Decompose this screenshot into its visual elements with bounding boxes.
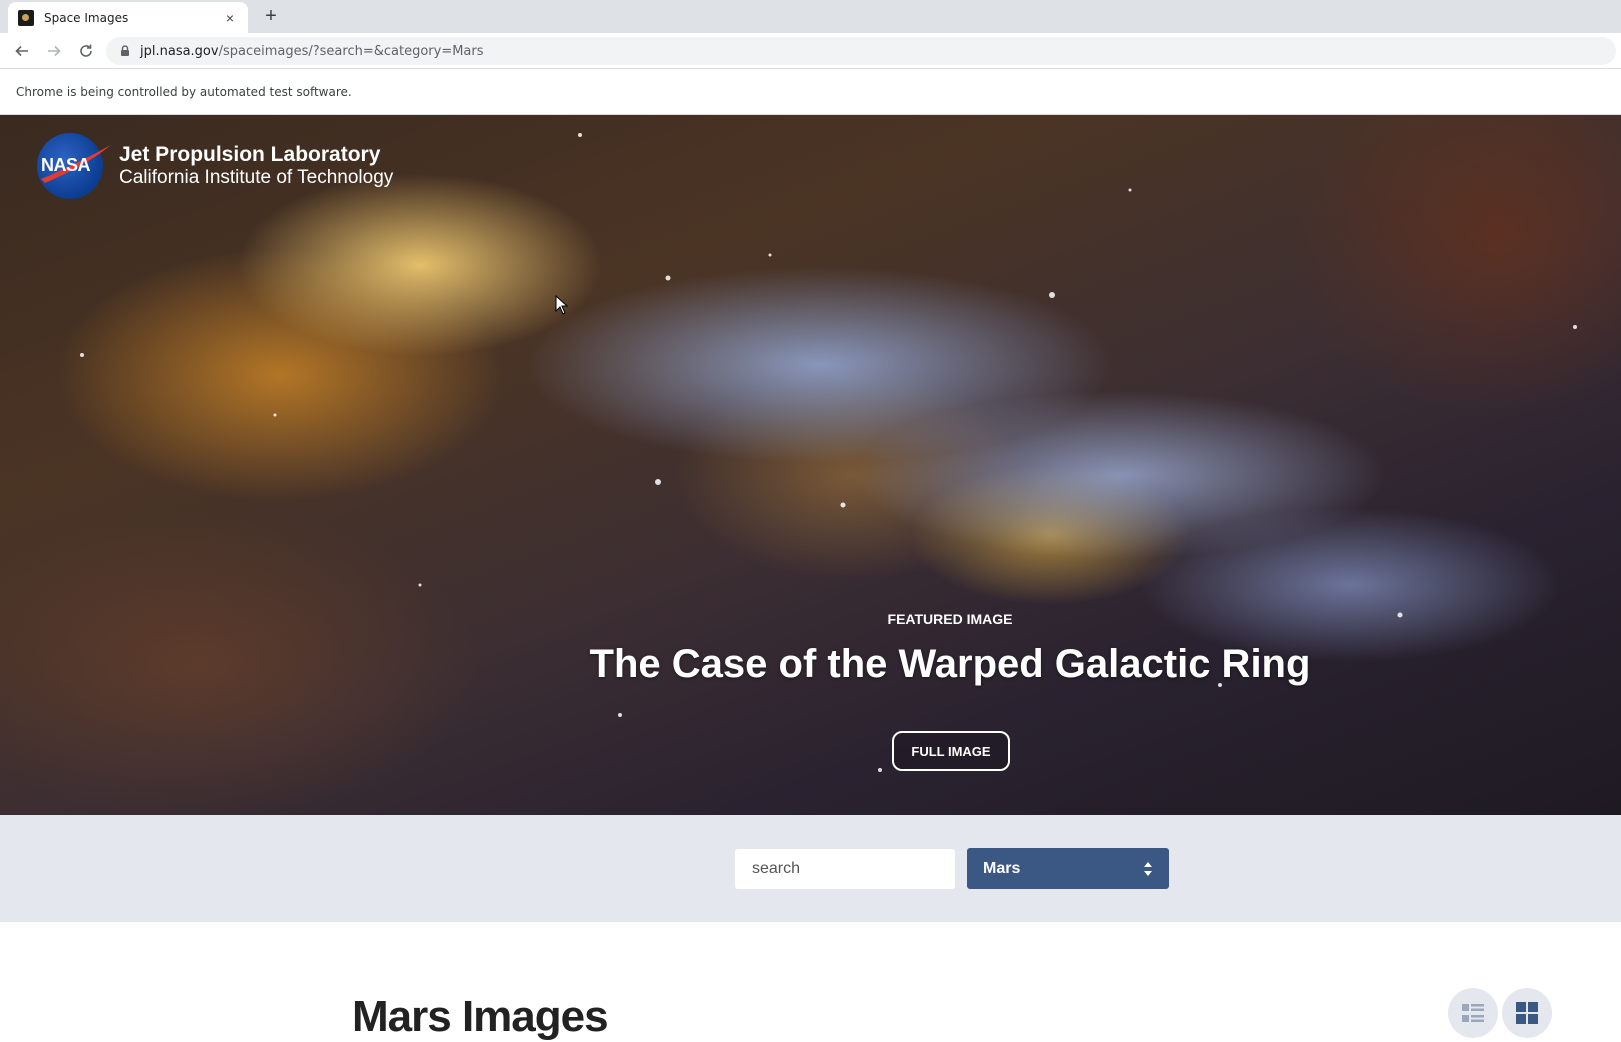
filter-bar: Mars bbox=[0, 815, 1621, 922]
url-path: /spaceimages/?search=&category=Mars bbox=[218, 43, 484, 59]
search-box[interactable] bbox=[735, 849, 959, 889]
lab-name: Jet Propulsion Laboratory bbox=[119, 143, 381, 166]
infobar-message: Chrome is being controlled by automated … bbox=[16, 85, 352, 99]
list-view-button[interactable] bbox=[1448, 988, 1498, 1038]
section-title: Mars Images bbox=[352, 992, 609, 1041]
browser-toolbar: jpl.nasa.gov/spaceimages/?search=&catego… bbox=[0, 33, 1621, 69]
featured-kicker: FEATURED IMAGE bbox=[887, 611, 1013, 627]
nasa-logo-icon: NASA bbox=[37, 133, 111, 199]
reload-button[interactable] bbox=[70, 35, 102, 67]
tab-close-icon[interactable]: × bbox=[222, 10, 238, 26]
browser-tab[interactable]: Space Images × bbox=[8, 2, 248, 33]
url-text: jpl.nasa.gov/spaceimages/?search=&catego… bbox=[140, 44, 484, 59]
forward-button[interactable] bbox=[38, 35, 70, 67]
tab-title: Space Images bbox=[44, 10, 129, 25]
featured-hero: NASA Jet Propulsion Laboratory Californi… bbox=[0, 115, 1621, 815]
back-button[interactable] bbox=[6, 35, 38, 67]
nasa-logo-text: NASA bbox=[41, 155, 91, 175]
list-view-icon bbox=[1462, 1004, 1484, 1022]
mouse-cursor-icon bbox=[555, 295, 569, 315]
forward-arrow-icon bbox=[48, 45, 61, 56]
full-image-button[interactable]: FULL IMAGE bbox=[892, 731, 1010, 771]
address-bar[interactable]: jpl.nasa.gov/spaceimages/?search=&catego… bbox=[106, 37, 1616, 65]
browser-tab-strip: Space Images × + bbox=[0, 0, 1621, 33]
jpl-wordmark: Jet Propulsion Laboratory California Ins… bbox=[119, 143, 393, 189]
category-selected-value: Mars bbox=[983, 859, 1021, 877]
grid-view-button[interactable] bbox=[1502, 988, 1552, 1038]
featured-title: The Case of the Warped Galactic Ring bbox=[589, 642, 1311, 686]
url-host: jpl.nasa.gov bbox=[140, 43, 219, 59]
search-input[interactable] bbox=[752, 860, 959, 878]
galaxy-background bbox=[80, 133, 1577, 772]
reload-icon bbox=[80, 44, 92, 57]
select-arrows-icon bbox=[1144, 861, 1152, 876]
back-arrow-icon bbox=[15, 45, 28, 56]
institute-name: California Institute of Technology bbox=[119, 167, 394, 188]
jpl-logo[interactable]: NASA Jet Propulsion Laboratory Californi… bbox=[37, 133, 393, 199]
new-tab-button[interactable]: + bbox=[258, 4, 284, 30]
lock-icon bbox=[121, 45, 129, 56]
category-select[interactable]: Mars bbox=[967, 848, 1169, 889]
automation-infobar: Chrome is being controlled by automated … bbox=[0, 70, 1621, 115]
grid-view-icon bbox=[1516, 1002, 1538, 1024]
favicon-icon bbox=[18, 9, 34, 26]
